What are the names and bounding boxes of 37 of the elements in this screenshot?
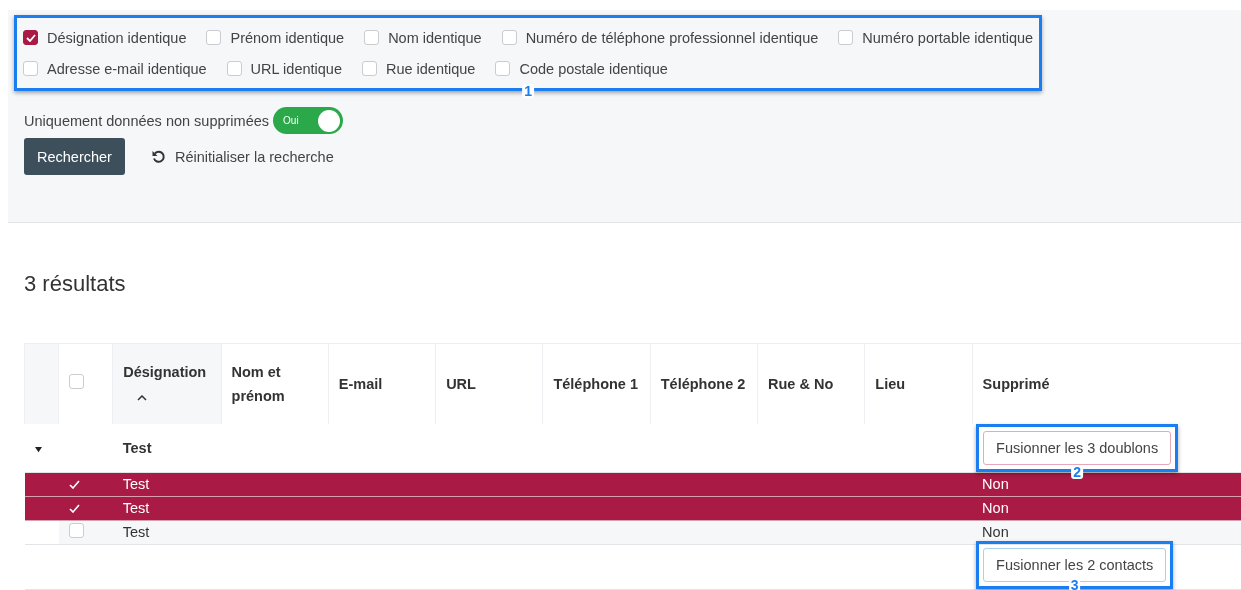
table-cell: Test [122,500,150,516]
checkbox-label: Rue identique [385,60,476,77]
chevron-up-icon[interactable] [137,394,148,401]
column-header[interactable]: Rue & No [757,343,865,424]
search-button[interactable]: Rechercher [24,138,125,175]
column-header[interactable]: Nom et prénom [221,343,329,424]
column-header[interactable]: URL [435,343,543,424]
table-cell: Non [982,500,1009,516]
column-header[interactable]: Supprimé [972,343,1241,424]
select-all-checkbox[interactable] [69,373,85,389]
table-cell: Test [122,476,150,492]
checkbox-label: Numéro de téléphone professionnel identique [525,29,819,46]
checkbox-label: Prénom identique [230,29,345,46]
column-header[interactable]: Téléphone 1 [542,343,651,424]
reset-link[interactable]: Réinitialiser la recherche [150,148,334,165]
results-count: 3 résultats [24,271,127,298]
checkbox-label: Code postale identique [519,60,668,77]
group-name: Test [122,439,152,456]
checkbox-label: Adresse e-mail identique [47,60,207,77]
merge-duplicates-button[interactable]: Fusionner les 3 doublons [983,430,1172,465]
column-header[interactable]: Lieu [864,343,973,424]
table-cell: Non [982,524,1009,540]
checkbox-label: Nom identique [388,29,482,46]
callout-number: 1 [522,84,534,98]
table-cell: Test [122,524,150,540]
column-header[interactable]: E-mail [328,343,436,424]
row-checkbox[interactable] [68,523,84,538]
checkbox-label: Numéro portable identique [862,29,1034,46]
column-header[interactable]: Désignation [112,343,222,424]
column-header[interactable]: Téléphone 2 [650,343,758,424]
undo-icon [150,148,167,165]
table-cell: Non [982,476,1009,492]
toggle-label: Uniquement données non supprimées [24,112,270,129]
checkbox[interactable] [23,30,38,45]
caret-down-icon[interactable] [34,445,42,453]
checkbox-label: Désignation identique [47,29,187,46]
checkbox-label: URL identique [250,60,342,77]
